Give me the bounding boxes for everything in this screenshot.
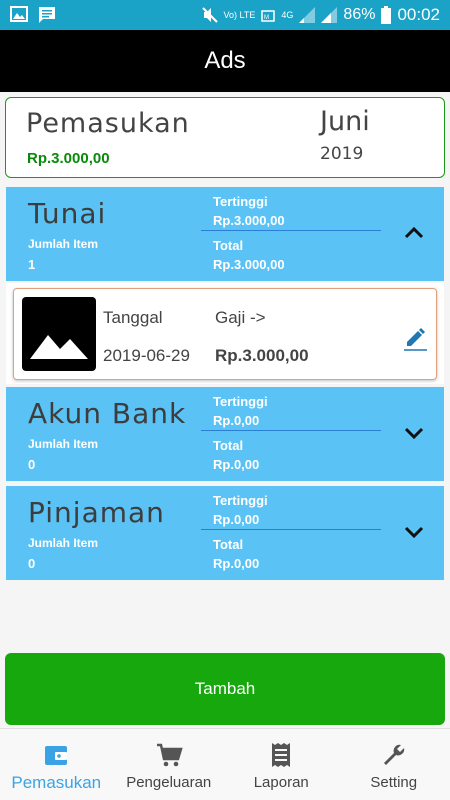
- item-count-label: Jumlah Item: [28, 237, 99, 251]
- battery-icon: [381, 6, 392, 24]
- nav-label: Laporan: [253, 774, 309, 791]
- date-value: 2019-06-29: [103, 346, 190, 365]
- highest-label: Tertinggi: [213, 194, 268, 209]
- status-bar-right: Vo) LTE M 4G 86% 00:02: [201, 5, 440, 25]
- app-bar-title: Ads: [204, 47, 246, 74]
- signal-icon-2: [321, 7, 338, 23]
- nav-item-pengeluaran[interactable]: Pengeluaran: [113, 729, 226, 800]
- mute-icon: [201, 7, 218, 23]
- battery-percent: 86%: [343, 6, 376, 23]
- svg-text:M: M: [264, 15, 269, 21]
- total-label: Total: [213, 238, 244, 253]
- nav-item-setting[interactable]: Setting: [338, 729, 450, 800]
- summary-year[interactable]: 2019: [320, 144, 363, 164]
- summary-amount: Rp.3.000,00: [27, 150, 110, 167]
- highest-value: Rp.3.000,00: [213, 213, 285, 228]
- item-type: Gaji ->: [215, 308, 266, 327]
- total-value: Rp.3.000,00: [213, 257, 285, 272]
- category-akun-bank[interactable]: Akun Bank Jumlah Item 0 Tertinggi Rp.0,0…: [6, 387, 444, 481]
- highest-value: Rp.0,00: [213, 413, 260, 428]
- category-name: Pinjaman: [28, 496, 165, 529]
- item-count: 0: [28, 457, 36, 472]
- image-icon: [10, 6, 28, 22]
- item-count-label: Jumlah Item: [28, 437, 99, 451]
- chevron-down-icon[interactable]: [402, 421, 426, 445]
- nav-label: Pengeluaran: [126, 774, 212, 791]
- item-list: Tanggal 2019-06-29 Gaji -> Rp.3.000,00: [6, 283, 444, 384]
- summary-title: Pemasukan: [26, 108, 190, 139]
- list-item[interactable]: Tanggal 2019-06-29 Gaji -> Rp.3.000,00: [13, 288, 437, 380]
- summary-month[interactable]: Juni: [320, 106, 370, 137]
- item-amount: Rp.3.000,00: [215, 346, 309, 365]
- message-icon: [39, 7, 55, 23]
- nav-label: Pemasukan: [11, 773, 102, 792]
- clock: 00:02: [397, 5, 440, 24]
- item-count: 0: [28, 556, 36, 571]
- divider: [201, 529, 381, 530]
- highest-label: Tertinggi: [213, 493, 268, 508]
- date-label: Tanggal: [103, 308, 163, 327]
- network-lte: Vo) LTE: [223, 9, 256, 20]
- category-name: Akun Bank: [28, 397, 187, 430]
- category-name: Tunai: [28, 197, 107, 230]
- image-placeholder-icon: [22, 297, 96, 371]
- add-button[interactable]: Tambah: [5, 653, 445, 725]
- receipt-icon: [272, 743, 291, 767]
- bottom-nav: Pemasukan Pengeluaran Laporan Setting: [0, 728, 450, 800]
- status-bar: Vo) LTE M 4G 86% 00:02: [0, 0, 450, 30]
- app-bar: Ads: [0, 30, 450, 92]
- network-4g: 4G: [281, 9, 294, 20]
- item-count: 1: [28, 257, 36, 272]
- pencil-icon[interactable]: [402, 325, 428, 351]
- category-pinjaman[interactable]: Pinjaman Jumlah Item 0 Tertinggi Rp.0,00…: [6, 486, 444, 580]
- highest-value: Rp.0,00: [213, 512, 260, 527]
- wrench-icon: [383, 744, 404, 765]
- highest-label: Tertinggi: [213, 394, 268, 409]
- chevron-up-icon[interactable]: [402, 221, 426, 245]
- category-tunai[interactable]: Tunai Jumlah Item 1 Tertinggi Rp.3.000,0…: [6, 187, 444, 281]
- total-label: Total: [213, 438, 244, 453]
- wallet-icon: [45, 746, 68, 765]
- total-value: Rp.0,00: [213, 457, 260, 472]
- hotspot-icon: M: [261, 10, 276, 22]
- divider: [201, 230, 381, 231]
- cart-icon: [156, 743, 183, 767]
- nav-label: Setting: [370, 774, 418, 791]
- nav-item-pemasukan[interactable]: Pemasukan: [0, 729, 113, 800]
- total-value: Rp.0,00: [213, 556, 260, 571]
- nav-item-laporan[interactable]: Laporan: [225, 729, 338, 800]
- item-count-label: Jumlah Item: [28, 536, 99, 550]
- divider: [201, 430, 381, 431]
- status-bar-left-icons: [10, 6, 56, 24]
- chevron-down-icon[interactable]: [402, 520, 426, 544]
- summary-card: Pemasukan Rp.3.000,00 Juni 2019: [5, 97, 445, 178]
- signal-icon-1: [299, 7, 316, 23]
- total-label: Total: [213, 537, 244, 552]
